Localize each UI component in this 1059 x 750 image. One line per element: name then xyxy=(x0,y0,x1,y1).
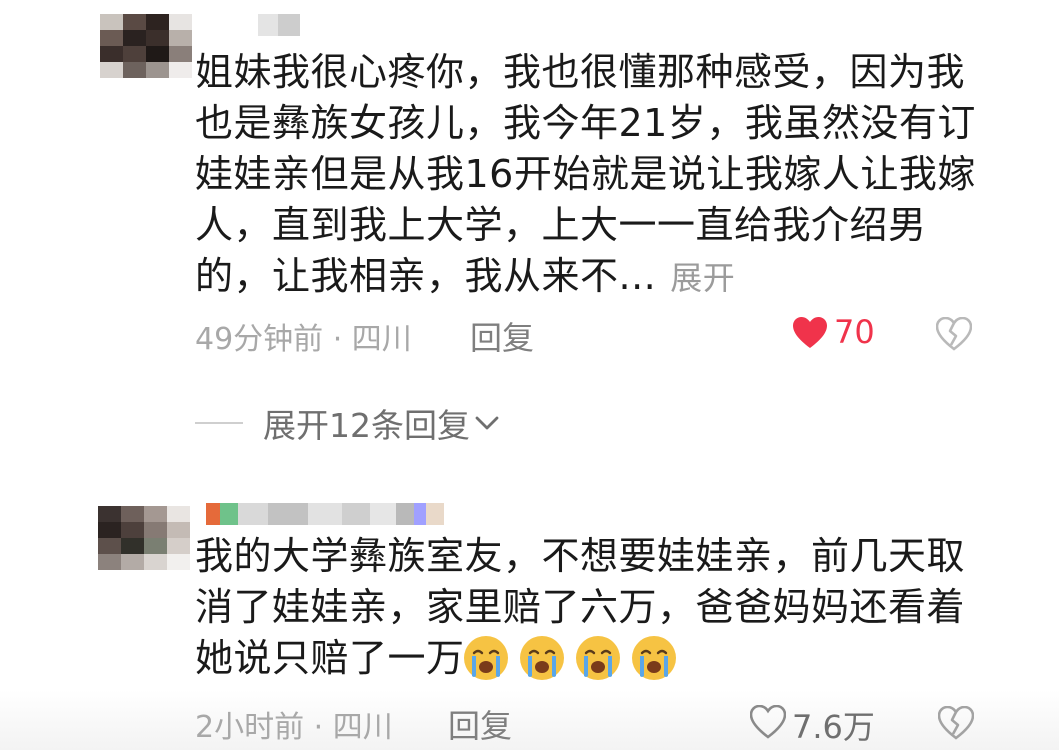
comment-body: 姐妹我很心疼你，我也很懂那种感受，因为我 也是彝族女孩儿，我今年21岁，我虽然没… xyxy=(195,47,976,302)
crying-face-icon xyxy=(632,636,676,680)
avatar[interactable] xyxy=(100,14,192,78)
like-count: 70 xyxy=(834,313,875,351)
broken-heart-icon[interactable] xyxy=(938,706,974,740)
comment-line: 消了娃娃亲，家里赔了六万，爸爸妈妈还看着 xyxy=(195,585,966,629)
username-blurred[interactable] xyxy=(206,503,444,525)
heart-filled-icon[interactable] xyxy=(792,316,828,350)
like-count: 7.6万 xyxy=(792,708,875,746)
comment-meta: 2小时前 · 四川 xyxy=(195,710,393,745)
comment-line: 娃娃亲但是从我16开始就是说让我嫁人让我嫁 xyxy=(195,152,976,196)
comment-line-last: 的，让我相亲，我从来不... 展开 xyxy=(195,251,976,302)
comment-meta: 49分钟前 · 四川 xyxy=(195,322,412,357)
expand-replies-label: 展开12条回复 xyxy=(263,406,470,445)
username-blurred[interactable] xyxy=(258,14,300,36)
broken-heart-icon[interactable] xyxy=(936,317,972,351)
expand-replies-button[interactable]: 展开12条回复 xyxy=(195,401,500,445)
comment-line: 人，直到我上大学，上大一一直给我介绍男 xyxy=(195,203,927,247)
comment-line: 也是彝族女孩儿，我今年21岁，我虽然没有订 xyxy=(195,101,976,145)
comment-line: 姐妹我很心疼你，我也很懂那种感受，因为我 xyxy=(195,50,966,94)
divider xyxy=(195,422,243,424)
crying-face-icon xyxy=(576,636,620,680)
reply-button[interactable]: 回复 xyxy=(470,313,534,359)
emoji-row xyxy=(462,634,678,682)
crying-face-icon xyxy=(520,636,564,680)
bottom-fade xyxy=(0,690,1059,750)
reply-button[interactable]: 回复 xyxy=(448,701,512,747)
crying-face-icon xyxy=(464,636,508,680)
expand-text-link[interactable]: 展开 xyxy=(670,259,735,297)
avatar[interactable] xyxy=(98,506,190,570)
comment-line: 我的大学彝族室友，不想要娃娃亲，前几天取 xyxy=(195,534,966,578)
heart-outline-icon[interactable] xyxy=(750,705,786,739)
comment-line-text: 的，让我相亲，我从来不... xyxy=(195,254,657,298)
chevron-down-icon xyxy=(475,416,499,430)
